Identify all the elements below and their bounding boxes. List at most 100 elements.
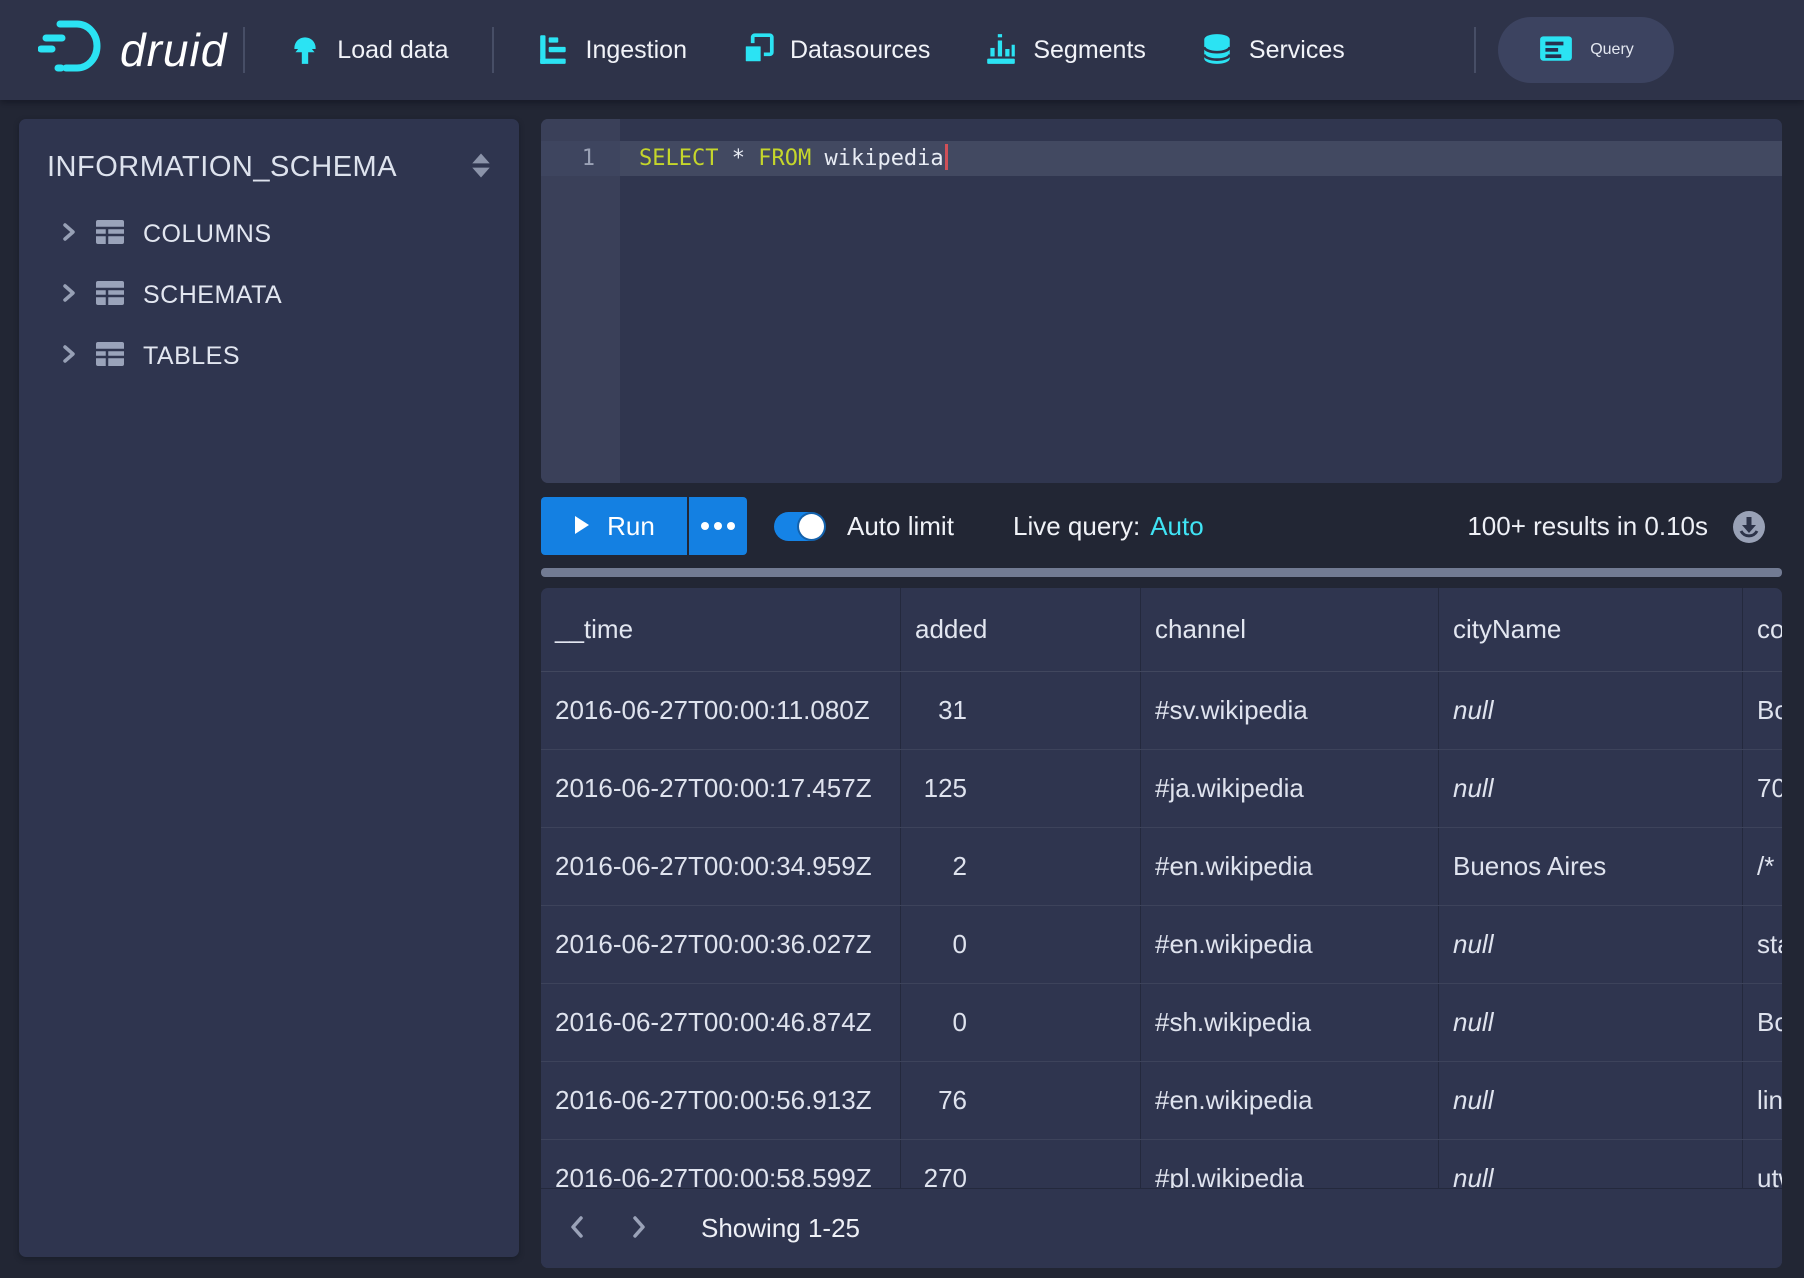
table-icon xyxy=(94,279,126,312)
table-cell[interactable]: /* S xyxy=(1742,828,1782,905)
table-cell[interactable]: link xyxy=(1742,1062,1782,1139)
nav-item-services[interactable]: Services xyxy=(1173,0,1372,100)
table-cell[interactable]: #ja.wikipedia xyxy=(1140,750,1438,827)
table-cell[interactable]: 2016-06-27T00:00:34.959Z xyxy=(541,828,900,905)
chevron-right-icon xyxy=(59,221,77,248)
table-cell[interactable]: #en.wikipedia xyxy=(1140,828,1438,905)
nav-item-query-active[interactable]: Query xyxy=(1498,17,1674,83)
table-row: 2016-06-27T00:00:56.913Z76#en.wikipedian… xyxy=(541,1062,1782,1140)
nav-item-load-data[interactable]: Load data xyxy=(261,0,475,100)
more-options-button[interactable] xyxy=(689,497,747,555)
table-cell[interactable]: #sv.wikipedia xyxy=(1140,672,1438,749)
navbar-divider xyxy=(1474,27,1476,73)
line-number: 1 xyxy=(541,141,620,176)
run-button[interactable]: Run xyxy=(541,497,687,555)
navbar-divider xyxy=(492,27,494,73)
datasources-stack-icon xyxy=(741,32,775,69)
druid-logo[interactable]: druid xyxy=(38,16,227,85)
table-row: 2016-06-27T00:00:34.959Z2#en.wikipediaBu… xyxy=(541,828,1782,906)
results-scrollbar[interactable] xyxy=(541,568,1782,577)
nav-item-label: Datasources xyxy=(790,36,930,65)
schema-selector[interactable]: INFORMATION_SCHEMA xyxy=(19,119,519,204)
column-header-channel[interactable]: channel xyxy=(1140,588,1438,671)
table-cell[interactable]: #sh.wikipedia xyxy=(1140,984,1438,1061)
navbar-divider xyxy=(243,27,245,73)
nav-item-segments[interactable]: Segments xyxy=(957,0,1173,100)
nav-item-label: Segments xyxy=(1033,36,1146,65)
sql-token: SELECT xyxy=(639,146,718,171)
table-cell[interactable]: #en.wikipedia xyxy=(1140,906,1438,983)
query-toolbar: Run Auto limit Live query:Auto 100+ resu… xyxy=(541,497,1782,557)
table-cell[interactable]: null xyxy=(1438,750,1742,827)
download-results-button[interactable] xyxy=(1732,510,1766,544)
tree-item-label: SCHEMATA xyxy=(143,281,282,310)
database-icon xyxy=(1200,32,1234,69)
table-cell[interactable]: 70: xyxy=(1742,750,1782,827)
sql-token: FROM xyxy=(758,146,811,171)
schema-sidebar: INFORMATION_SCHEMA xyxy=(19,119,519,1257)
column-header-__time[interactable]: __time xyxy=(541,588,900,671)
ingestion-chart-icon xyxy=(537,32,571,69)
pagination-bar: Showing 1-25 xyxy=(541,1188,1782,1268)
table-row: 2016-06-27T00:00:17.457Z125#ja.wikipedia… xyxy=(541,750,1782,828)
tree-item-label: COLUMNS xyxy=(143,220,272,249)
tree-item-tables[interactable]: TABLES xyxy=(19,326,519,387)
tree-item-schemata[interactable]: SCHEMATA xyxy=(19,265,519,326)
dot-icon xyxy=(701,522,709,530)
sql-editor[interactable]: 1 SELECT * FROM wikipedia xyxy=(541,119,1782,483)
results-panel: __timeaddedchannelcityNamecomment 2016-0… xyxy=(541,588,1782,1268)
schema-title: INFORMATION_SCHEMA xyxy=(47,151,397,184)
table-row: 2016-06-27T00:00:46.874Z0#sh.wikipedianu… xyxy=(541,984,1782,1062)
table-cell[interactable]: 2 xyxy=(900,828,1140,905)
table-icon xyxy=(94,218,126,251)
table-cell[interactable]: 2016-06-27T00:00:46.874Z xyxy=(541,984,900,1061)
column-header-comment[interactable]: comment xyxy=(1742,588,1782,671)
table-cell[interactable]: 76 xyxy=(900,1062,1140,1139)
column-header-added[interactable]: added xyxy=(900,588,1140,671)
table-cell[interactable]: null xyxy=(1438,984,1742,1061)
nav-item-ingestion[interactable]: Ingestion xyxy=(510,0,714,100)
toggle-knob xyxy=(799,514,824,539)
nav-item-datasources[interactable]: Datasources xyxy=(714,0,957,100)
table-cell[interactable]: 0 xyxy=(900,984,1140,1061)
table-cell[interactable]: 2016-06-27T00:00:56.913Z xyxy=(541,1062,900,1139)
run-button-label: Run xyxy=(607,511,655,542)
text-cursor xyxy=(945,144,948,170)
previous-page-button[interactable] xyxy=(555,1205,599,1253)
table-cell[interactable]: #en.wikipedia xyxy=(1140,1062,1438,1139)
chevron-right-icon xyxy=(59,343,77,370)
brand-wordmark: druid xyxy=(120,23,227,77)
column-header-cityName[interactable]: cityName xyxy=(1438,588,1742,671)
table-cell[interactable]: Buenos Aires xyxy=(1438,828,1742,905)
table-row: 2016-06-27T00:00:36.027Z0#en.wikipedianu… xyxy=(541,906,1782,984)
code-line-content: SELECT * FROM wikipedia xyxy=(639,141,948,176)
showing-label: Showing 1-25 xyxy=(701,1213,860,1244)
nav-item-label: Load data xyxy=(337,36,448,65)
table-cell[interactable]: 2016-06-27T00:00:11.080Z xyxy=(541,672,900,749)
table-cell[interactable]: Bot xyxy=(1742,672,1782,749)
results-body: 2016-06-27T00:00:11.080Z31#sv.wikipedian… xyxy=(541,672,1782,1218)
dot-icon xyxy=(714,522,722,530)
live-query-value[interactable]: Auto xyxy=(1150,511,1204,541)
table-cell[interactable]: 2016-06-27T00:00:17.457Z xyxy=(541,750,900,827)
table-cell[interactable]: 31 xyxy=(900,672,1140,749)
table-cell[interactable]: 2016-06-27T00:00:36.027Z xyxy=(541,906,900,983)
tree-item-columns[interactable]: COLUMNS xyxy=(19,204,519,265)
table-cell[interactable]: 125 xyxy=(900,750,1140,827)
table-cell[interactable]: null xyxy=(1438,1062,1742,1139)
dot-icon xyxy=(727,522,735,530)
live-query-label: Live query: xyxy=(1013,511,1140,541)
table-cell[interactable]: null xyxy=(1438,906,1742,983)
table-cell[interactable]: null xyxy=(1438,672,1742,749)
sql-token: wikipedia xyxy=(811,146,943,171)
next-page-button[interactable] xyxy=(617,1205,661,1253)
table-cell[interactable]: 0 xyxy=(900,906,1140,983)
table-row: 2016-06-27T00:00:11.080Z31#sv.wikipedian… xyxy=(541,672,1782,750)
segments-bars-icon xyxy=(984,32,1018,69)
auto-limit-toggle[interactable] xyxy=(774,512,826,541)
table-cell[interactable]: sta xyxy=(1742,906,1782,983)
upload-icon xyxy=(288,32,322,69)
sql-token: * xyxy=(718,146,758,171)
table-cell[interactable]: Bot xyxy=(1742,984,1782,1061)
druid-logo-icon xyxy=(38,16,104,85)
